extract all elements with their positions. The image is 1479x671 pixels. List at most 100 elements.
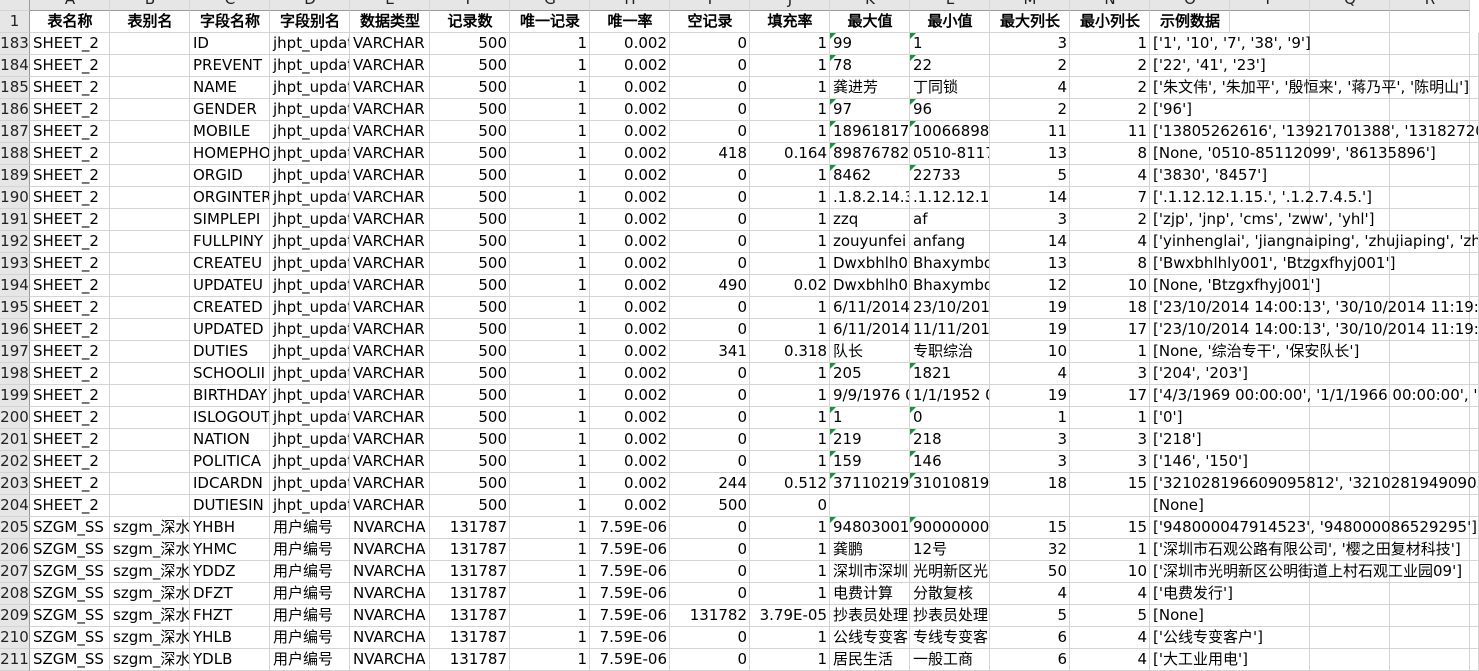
cell-f[interactable]: 500 [430, 209, 510, 231]
cell-f[interactable]: 500 [430, 55, 510, 77]
cell-k[interactable]: 9/9/1976 0 [830, 385, 910, 407]
cell-o[interactable]: ['电费发行'] [1150, 583, 1479, 605]
cell-c[interactable]: YHLB [190, 627, 270, 649]
cell-j[interactable]: 1 [750, 649, 830, 671]
cell-n[interactable]: 4 [1070, 583, 1150, 605]
cell-b[interactable] [110, 275, 190, 297]
cell-h[interactable]: 7.59E-06 [590, 605, 670, 627]
cell-h[interactable]: 0.002 [590, 385, 670, 407]
header-cell-d[interactable]: 字段别名 [270, 11, 350, 33]
cell-k[interactable]: 18961817C [830, 121, 910, 143]
cell-n[interactable]: 17 [1070, 385, 1150, 407]
cell-d[interactable]: jhpt_update [270, 77, 350, 99]
row-number[interactable]: 184 [0, 55, 30, 77]
cell-g[interactable]: 1 [510, 517, 590, 539]
cell-i[interactable]: 0 [670, 33, 750, 55]
cell-j[interactable]: 1 [750, 627, 830, 649]
column-header-f[interactable]: F [430, 0, 510, 11]
cell-d[interactable]: jhpt_update [270, 451, 350, 473]
cell-m[interactable]: 6 [990, 649, 1070, 671]
column-header-h[interactable]: H [590, 0, 670, 11]
cell-o[interactable]: ['321028196609095812', '321028194909035'… [1150, 473, 1479, 495]
cell-k[interactable]: 219 [830, 429, 910, 451]
cell-a[interactable]: SHEET_2 [30, 165, 110, 187]
column-header-p[interactable]: P [1230, 0, 1310, 11]
cell-i[interactable]: 418 [670, 143, 750, 165]
cell-g[interactable]: 1 [510, 231, 590, 253]
cell-e[interactable]: VARCHAR [350, 77, 430, 99]
cell-l[interactable]: 22 [910, 55, 990, 77]
cell-k[interactable] [830, 495, 910, 517]
cell-l[interactable]: 专职综治 [910, 341, 990, 363]
cell-l[interactable]: 专线专变客 [910, 627, 990, 649]
cell-f[interactable]: 131787 [430, 539, 510, 561]
cell-i[interactable]: 0 [670, 253, 750, 275]
header-cell-j[interactable]: 填充率 [750, 11, 830, 33]
row-number[interactable]: 195 [0, 297, 30, 319]
cell-n[interactable]: 10 [1070, 561, 1150, 583]
cell-j[interactable]: 1 [750, 165, 830, 187]
cell-j[interactable]: 1 [750, 55, 830, 77]
cell-c[interactable]: BIRTHDAY [190, 385, 270, 407]
cell-n[interactable]: 3 [1070, 363, 1150, 385]
cell-g[interactable]: 1 [510, 627, 590, 649]
cell-i[interactable]: 0 [670, 55, 750, 77]
cell-i[interactable]: 0 [670, 121, 750, 143]
column-header-q[interactable]: Q [1310, 0, 1390, 11]
cell-m[interactable]: 1 [990, 407, 1070, 429]
cell-c[interactable]: MOBILE [190, 121, 270, 143]
cell-i[interactable]: 0 [670, 517, 750, 539]
cell-b[interactable] [110, 209, 190, 231]
cell-l[interactable]: 1/1/1952 0 [910, 385, 990, 407]
cell-m[interactable]: 4 [990, 77, 1070, 99]
cell-b[interactable] [110, 429, 190, 451]
cell-e[interactable]: VARCHAR [350, 143, 430, 165]
cell-f[interactable]: 500 [430, 187, 510, 209]
cell-e[interactable]: VARCHAR [350, 209, 430, 231]
cell-d[interactable]: 用户编号 [270, 517, 350, 539]
cell-a[interactable]: SHEET_2 [30, 341, 110, 363]
cell-f[interactable]: 131787 [430, 649, 510, 671]
cell-d[interactable]: 用户编号 [270, 561, 350, 583]
cell-n[interactable]: 4 [1070, 627, 1150, 649]
row-number[interactable]: 204 [0, 495, 30, 517]
cell-o[interactable]: ['204', '203'] [1150, 363, 1479, 385]
cell-b[interactable] [110, 143, 190, 165]
column-header-l[interactable]: L [910, 0, 990, 11]
cell-i[interactable]: 0 [670, 77, 750, 99]
cell-e[interactable]: VARCHAR [350, 385, 430, 407]
cell-h[interactable]: 0.002 [590, 473, 670, 495]
cell-g[interactable]: 1 [510, 297, 590, 319]
cell-j[interactable]: 1 [750, 517, 830, 539]
cell-h[interactable]: 7.59E-06 [590, 627, 670, 649]
cell-b[interactable] [110, 253, 190, 275]
cell-h[interactable]: 0.002 [590, 99, 670, 121]
cell-e[interactable]: NVARCHA [350, 605, 430, 627]
cell-k[interactable]: 78 [830, 55, 910, 77]
row-number[interactable]: 198 [0, 363, 30, 385]
header-cell-e[interactable]: 数据类型 [350, 11, 430, 33]
cell-f[interactable]: 500 [430, 407, 510, 429]
cell-e[interactable]: VARCHAR [350, 495, 430, 517]
cell-g[interactable]: 1 [510, 495, 590, 517]
cell-i[interactable]: 500 [670, 495, 750, 517]
column-header-k[interactable]: K [830, 0, 910, 11]
cell-k[interactable]: 37110219E [830, 473, 910, 495]
cell-c[interactable]: DFZT [190, 583, 270, 605]
cell-l[interactable]: 一般工商 [910, 649, 990, 671]
cell-f[interactable]: 500 [430, 473, 510, 495]
cell-g[interactable]: 1 [510, 363, 590, 385]
cell-c[interactable]: SCHOOLII [190, 363, 270, 385]
cell-c[interactable]: SIMPLEPI [190, 209, 270, 231]
cell-i[interactable]: 244 [670, 473, 750, 495]
cell-c[interactable]: ORGID [190, 165, 270, 187]
cell-j[interactable]: 0.318 [750, 341, 830, 363]
cell-b[interactable]: szgm_深水 [110, 517, 190, 539]
row-number[interactable]: 203 [0, 473, 30, 495]
cell-n[interactable]: 15 [1070, 473, 1150, 495]
cell-o[interactable]: [None] [1150, 495, 1479, 517]
cell-a[interactable]: SZGM_SS [30, 561, 110, 583]
cell-l[interactable]: 1821 [910, 363, 990, 385]
header-cell-n[interactable]: 最小列长 [1070, 11, 1150, 33]
cell-b[interactable] [110, 473, 190, 495]
